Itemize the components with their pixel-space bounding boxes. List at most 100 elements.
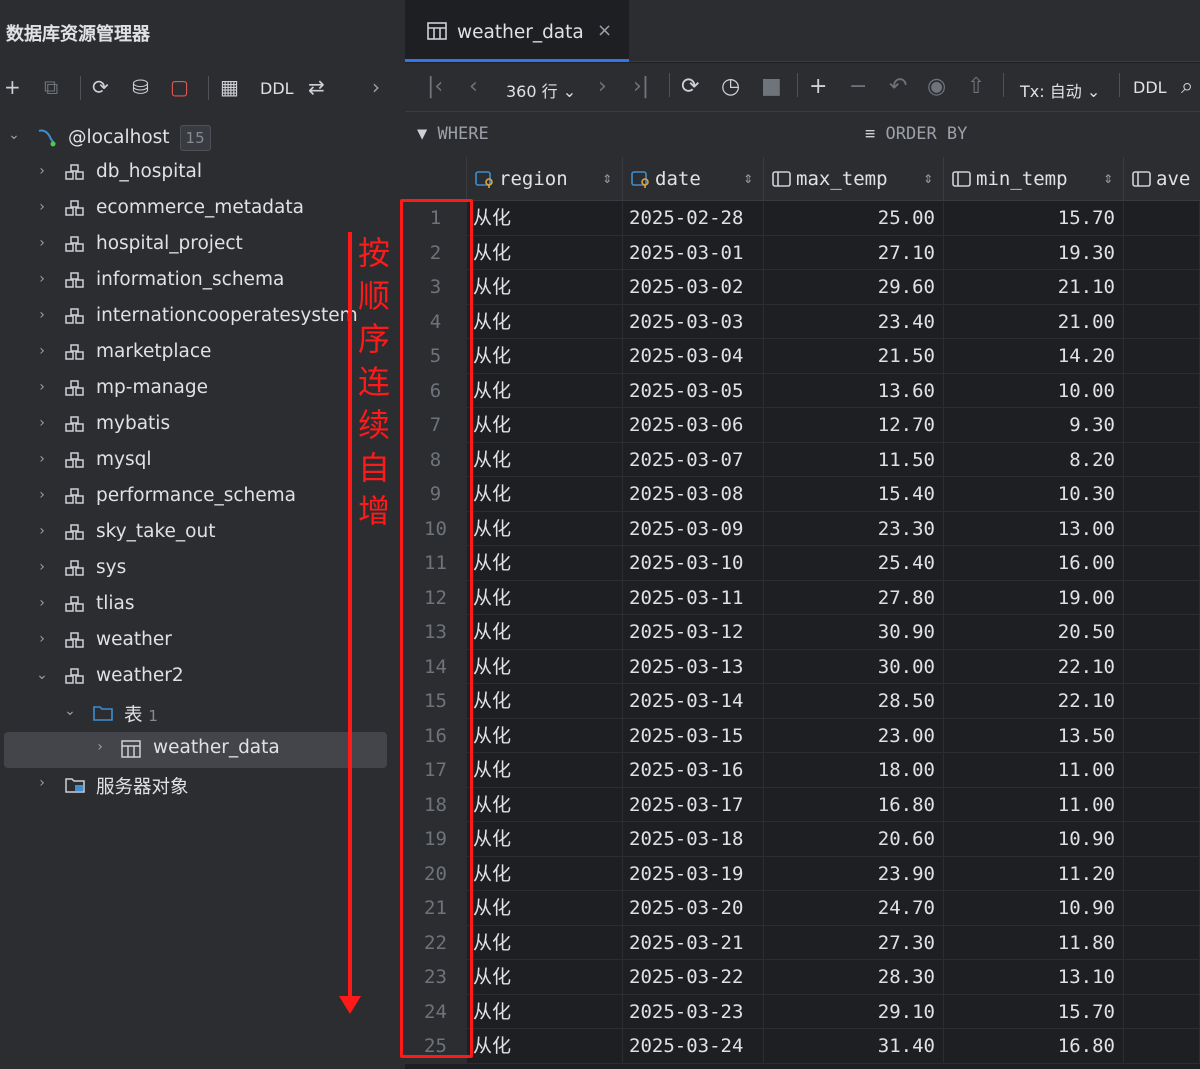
tree-db-item[interactable]: ⌄ weather2 [0,660,405,696]
chevron-right-icon[interactable]: › [34,199,50,215]
tree-db-item[interactable]: › internationcooperatesystem [0,300,405,336]
chevron-right-icon[interactable]: › [34,415,50,431]
tree-folder-tables[interactable]: ⌄ 表 1 [0,696,405,732]
cell-ave[interactable] [1124,201,1200,236]
cell-region[interactable]: 从化 [467,270,623,305]
next-page-icon[interactable]: › [598,75,607,99]
cell-ave[interactable] [1124,270,1200,305]
table-icon[interactable]: ▦ [220,76,239,98]
cell-min-temp[interactable]: 22.10 [944,649,1124,684]
cell-max-temp[interactable]: 15.40 [764,477,944,512]
cell-max-temp[interactable]: 25.40 [764,546,944,581]
cell-min-temp[interactable]: 11.80 [944,925,1124,960]
table-row[interactable]: 18 从化 2025-03-17 16.80 11.00 [405,787,1200,822]
cell-min-temp[interactable]: 11.00 [944,753,1124,788]
chevron-down-icon[interactable]: ⌄ [34,667,50,683]
tree-db-item[interactable]: › tlias [0,588,405,624]
cell-region[interactable]: 从化 [467,442,623,477]
cell-min-temp[interactable]: 11.20 [944,856,1124,891]
submit-icon[interactable]: ⇧ [967,75,985,99]
cell-max-temp[interactable]: 16.80 [764,787,944,822]
add-icon[interactable]: + [4,76,21,98]
cell-region[interactable]: 从化 [467,787,623,822]
disconnect-icon[interactable]: ▢ [170,76,189,98]
cell-date[interactable]: 2025-03-13 [623,649,764,684]
cell-ave[interactable] [1124,787,1200,822]
cell-region[interactable]: 从化 [467,511,623,546]
table-row[interactable]: 9 从化 2025-03-08 15.40 10.30 [405,477,1200,512]
column-header-ave[interactable]: ave [1124,157,1200,201]
first-page-icon[interactable]: |‹ [427,75,443,99]
history-clock-icon[interactable]: ◷ [721,75,740,99]
cell-date[interactable]: 2025-03-09 [623,511,764,546]
tree-db-item[interactable]: › mysql [0,444,405,480]
cell-date[interactable]: 2025-03-22 [623,960,764,995]
cell-max-temp[interactable]: 29.60 [764,270,944,305]
column-header-max_temp[interactable]: max_temp ⇕ [764,157,944,201]
cell-ave[interactable] [1124,822,1200,857]
table-row[interactable]: 21 从化 2025-03-20 24.70 10.90 [405,891,1200,926]
cell-region[interactable]: 从化 [467,235,623,270]
cell-max-temp[interactable]: 24.70 [764,891,944,926]
cell-ave[interactable] [1124,718,1200,753]
cell-max-temp[interactable]: 21.50 [764,339,944,374]
tree-db-item[interactable]: › mp-manage [0,372,405,408]
cell-ave[interactable] [1124,684,1200,719]
tree-db-item[interactable]: › sky_take_out [0,516,405,552]
cell-region[interactable]: 从化 [467,822,623,857]
chevron-right-icon[interactable]: › [34,235,50,251]
tree-db-item[interactable]: › sys [0,552,405,588]
cell-date[interactable]: 2025-03-18 [623,822,764,857]
cell-date[interactable]: 2025-03-05 [623,373,764,408]
add-row-icon[interactable]: + [809,75,827,99]
tree-root-localhost[interactable]: ⌄ @localhost 15 [0,120,405,156]
table-row[interactable]: 11 从化 2025-03-10 25.40 16.00 [405,546,1200,581]
duplicate-icon[interactable]: ⧉ [44,76,58,98]
sort-toggle-icon[interactable]: ⇕ [923,168,933,187]
cell-date[interactable]: 2025-03-10 [623,546,764,581]
stop-icon[interactable]: ■ [761,75,782,99]
chevron-right-icon[interactable]: › [34,307,50,323]
cell-ave[interactable] [1124,649,1200,684]
datasource-properties-icon[interactable]: ⛁ [132,76,149,98]
cell-date[interactable]: 2025-03-02 [623,270,764,305]
cell-max-temp[interactable]: 25.00 [764,201,944,236]
tree-db-item[interactable]: › mybatis [0,408,405,444]
cell-min-temp[interactable]: 22.10 [944,684,1124,719]
cell-max-temp[interactable]: 11.50 [764,442,944,477]
where-filter[interactable]: ▼ WHERE [417,124,489,144]
tree-db-item[interactable]: › db_hospital [0,156,405,192]
table-row[interactable]: 24 从化 2025-03-23 29.10 15.70 [405,994,1200,1029]
cell-region[interactable]: 从化 [467,891,623,926]
cell-min-temp[interactable]: 10.30 [944,477,1124,512]
cell-date[interactable]: 2025-03-16 [623,753,764,788]
cell-min-temp[interactable]: 11.00 [944,787,1124,822]
previous-page-icon[interactable]: ‹ [469,75,478,99]
cell-region[interactable]: 从化 [467,546,623,581]
cell-min-temp[interactable]: 10.00 [944,373,1124,408]
cell-region[interactable]: 从化 [467,373,623,408]
refresh-icon[interactable]: ⟳ [681,75,699,99]
sort-toggle-icon[interactable]: ⇕ [602,168,612,187]
table-row[interactable]: 7 从化 2025-03-06 12.70 9.30 [405,408,1200,443]
cell-region[interactable]: 从化 [467,925,623,960]
cell-date[interactable]: 2025-02-28 [623,201,764,236]
table-row[interactable]: 2 从化 2025-03-01 27.10 19.30 [405,235,1200,270]
cell-ave[interactable] [1124,546,1200,581]
cell-min-temp[interactable]: 13.00 [944,511,1124,546]
cell-min-temp[interactable]: 13.50 [944,718,1124,753]
cell-max-temp[interactable]: 23.30 [764,511,944,546]
cell-min-temp[interactable]: 20.50 [944,615,1124,650]
table-row[interactable]: 12 从化 2025-03-11 27.80 19.00 [405,580,1200,615]
cell-max-temp[interactable]: 23.90 [764,856,944,891]
chevron-right-icon[interactable]: › [34,595,50,611]
cell-region[interactable]: 从化 [467,408,623,443]
cell-max-temp[interactable]: 12.70 [764,408,944,443]
chevron-right-icon[interactable]: › [34,523,50,539]
cell-ave[interactable] [1124,442,1200,477]
cell-region[interactable]: 从化 [467,339,623,374]
tab-weather-data[interactable]: weather_data × [405,0,629,62]
cell-region[interactable]: 从化 [467,994,623,1029]
cell-date[interactable]: 2025-03-06 [623,408,764,443]
cell-max-temp[interactable]: 23.00 [764,718,944,753]
